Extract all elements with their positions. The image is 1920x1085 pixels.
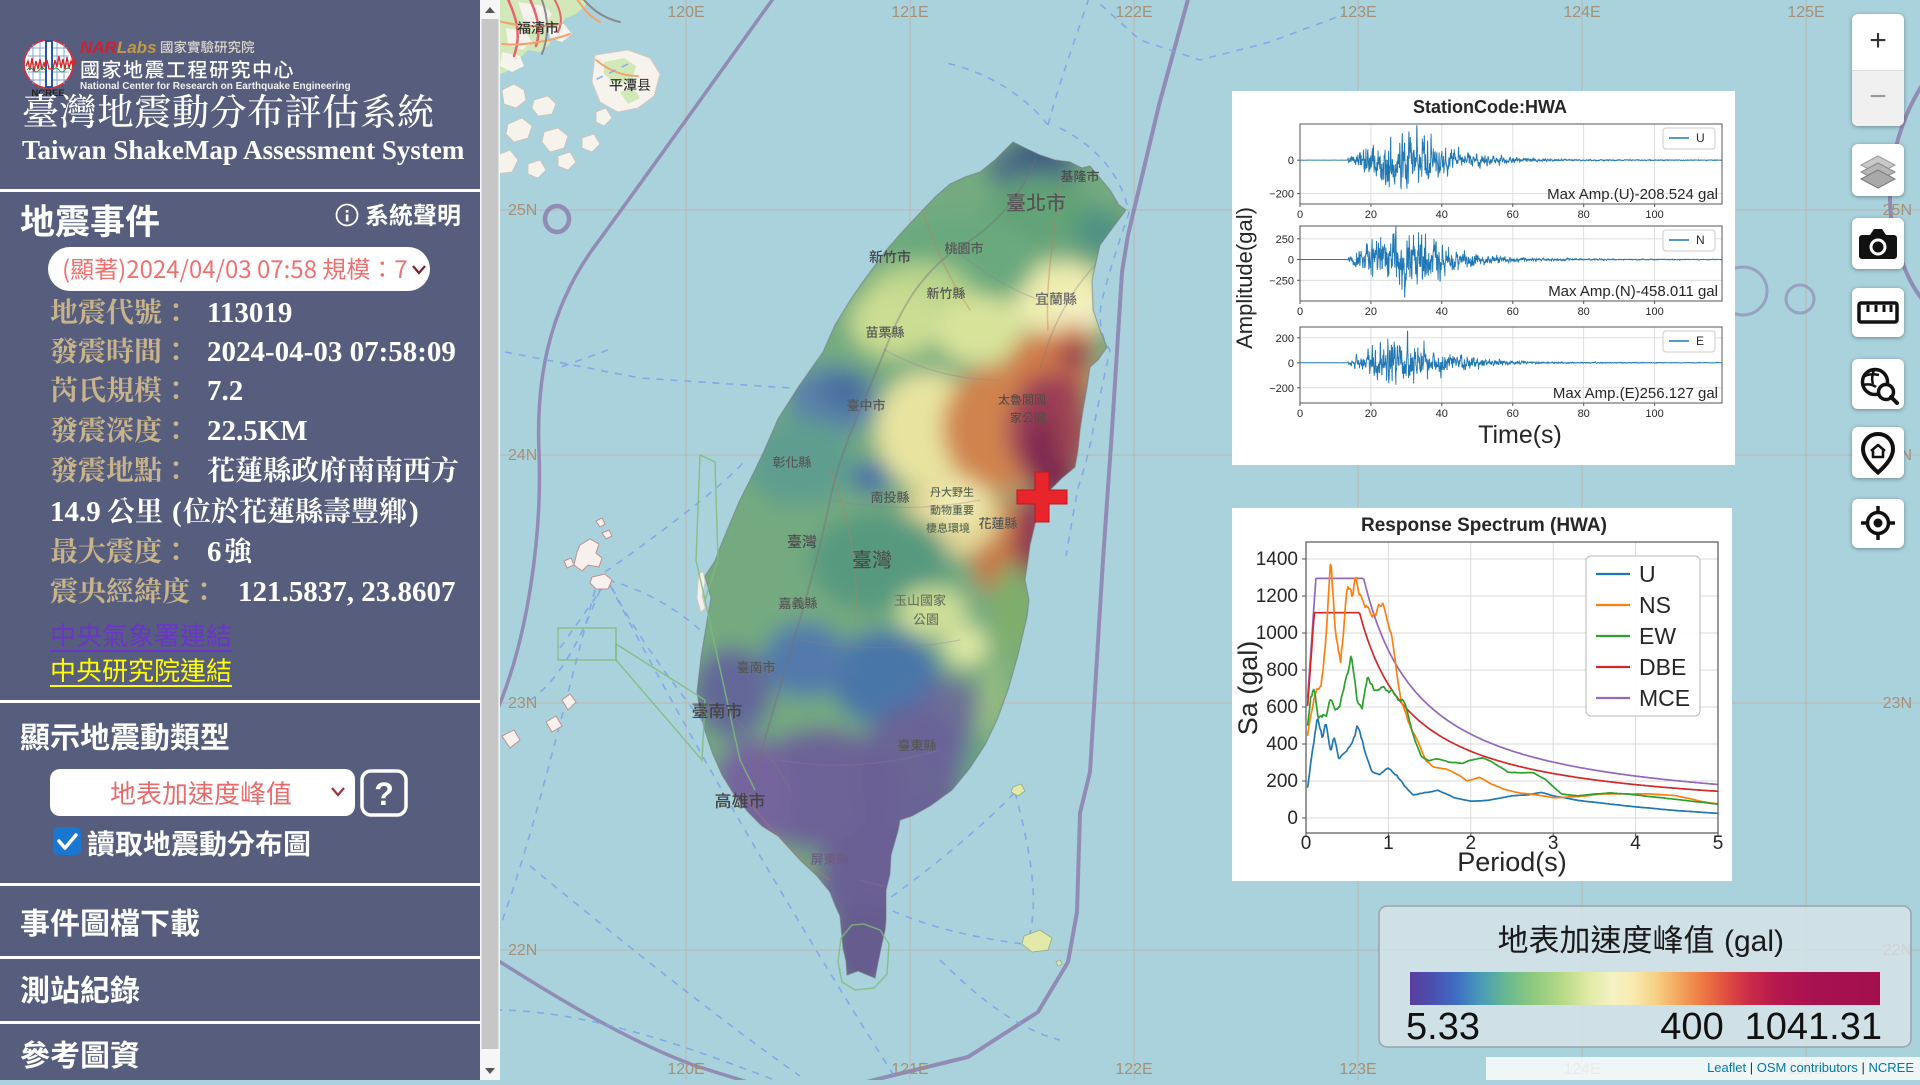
svg-text:NS: NS [1639,592,1671,618]
svg-text:40: 40 [1436,408,1448,420]
svg-text:N: N [1696,233,1705,247]
svg-text:U: U [1696,131,1705,145]
svg-text:−200: −200 [1269,383,1294,395]
svg-text:1: 1 [1383,833,1394,854]
svg-text:0: 0 [1288,255,1294,267]
svg-text:40: 40 [1436,209,1448,221]
svg-text:−200: −200 [1269,189,1294,201]
svg-text:U: U [1639,561,1656,587]
svg-text:Period(s): Period(s) [1457,847,1567,877]
svg-text:120E: 120E [667,1061,704,1078]
svg-text:250: 250 [1276,234,1294,246]
svg-text:Sa (gal): Sa (gal) [1233,641,1263,736]
svg-text:−250: −250 [1269,275,1294,287]
svg-text:80: 80 [1578,209,1590,221]
svg-text:123E: 123E [1339,4,1376,21]
svg-text:123E: 123E [1339,1061,1376,1078]
svg-text:0: 0 [1287,808,1298,829]
svg-text:Max Amp.(U)-208.524 gal: Max Amp.(U)-208.524 gal [1547,186,1718,203]
svg-text:125E: 125E [1787,4,1824,21]
svg-text:6: 6 [207,536,222,568]
svg-text:60: 60 [1507,408,1519,420]
svg-text:122E: 122E [1115,4,1152,21]
svg-text:800: 800 [1266,660,1298,681]
svg-text:0: 0 [1297,408,1303,420]
svg-text:100: 100 [1645,306,1663,318]
svg-text:121E: 121E [891,4,928,21]
svg-text:?: ? [374,776,394,812]
svg-text:80: 80 [1578,408,1590,420]
svg-text:0: 0 [1297,209,1303,221]
svg-text:60: 60 [1507,306,1519,318]
svg-text:Response Spectrum (HWA): Response Spectrum (HWA) [1361,515,1607,536]
svg-text:Amplitude(gal): Amplitude(gal) [1232,207,1257,349]
svg-text:113019: 113019 [207,297,292,329]
svg-text:400: 400 [1266,734,1298,755]
svg-text:25N: 25N [508,202,537,219]
svg-text:121E: 121E [891,1061,928,1078]
svg-text:0: 0 [1288,358,1294,370]
svg-text:25N: 25N [1883,202,1912,219]
svg-text:(: ( [172,496,182,528]
svg-text:Time(s): Time(s) [1478,421,1562,449]
svg-text:1200: 1200 [1256,586,1298,607]
svg-text:MCE: MCE [1639,685,1690,711]
svg-text:2024-04-03 07:58:09: 2024-04-03 07:58:09 [207,336,456,368]
svg-text:(gal): (gal) [1724,925,1784,958]
svg-text:40: 40 [1436,306,1448,318]
svg-text:0: 0 [1288,155,1294,167]
svg-text:1041.31: 1041.31 [1745,1006,1882,1048]
svg-text:23N: 23N [1883,695,1912,712]
svg-text:Max Amp.(N)-458.011 gal: Max Amp.(N)-458.011 gal [1548,283,1718,300]
svg-text:23N: 23N [508,695,537,712]
svg-text:0: 0 [1301,833,1312,854]
svg-text:100: 100 [1645,408,1663,420]
svg-text:1400: 1400 [1256,549,1298,570]
svg-text:100: 100 [1645,209,1663,221]
svg-text:5: 5 [1713,833,1724,854]
svg-text:200: 200 [1276,333,1294,345]
svg-text:Taiwan ShakeMap Assessment Sys: Taiwan ShakeMap Assessment System [22,135,465,165]
svg-text:EW: EW [1639,623,1676,649]
svg-text:14.9: 14.9 [50,496,101,528]
svg-text:4: 4 [1630,833,1641,854]
svg-text:E: E [1696,334,1704,348]
svg-text:121.5837, 23.8607: 121.5837, 23.8607 [238,576,456,608]
svg-text:StationCode:HWA: StationCode:HWA [1413,97,1567,117]
svg-text:122E: 122E [1115,1061,1152,1078]
svg-text:Max Amp.(E)256.127 gal: Max Amp.(E)256.127 gal [1553,385,1718,402]
svg-text:20: 20 [1365,209,1377,221]
svg-text:NARLabs: NARLabs [80,38,157,57]
svg-text:60: 60 [1507,209,1519,221]
svg-text:7.2: 7.2 [207,375,243,407]
svg-text:22N: 22N [508,942,537,959]
svg-text:DBE: DBE [1639,654,1686,680]
svg-text:5.33: 5.33 [1406,1006,1480,1048]
svg-text:National Center for Research o: National Center for Research on Earthqua… [80,81,351,92]
svg-text:22.5KM: 22.5KM [207,415,308,447]
svg-text:24N: 24N [508,447,537,464]
svg-text:600: 600 [1266,697,1298,718]
svg-text:): ) [409,496,419,528]
svg-text:20: 20 [1365,408,1377,420]
svg-text:400: 400 [1660,1006,1723,1048]
svg-text:20: 20 [1365,306,1377,318]
svg-text:120E: 120E [667,4,704,21]
svg-text:200: 200 [1266,771,1298,792]
svg-text:80: 80 [1578,306,1590,318]
svg-text:124E: 124E [1563,4,1600,21]
svg-text:0: 0 [1297,306,1303,318]
